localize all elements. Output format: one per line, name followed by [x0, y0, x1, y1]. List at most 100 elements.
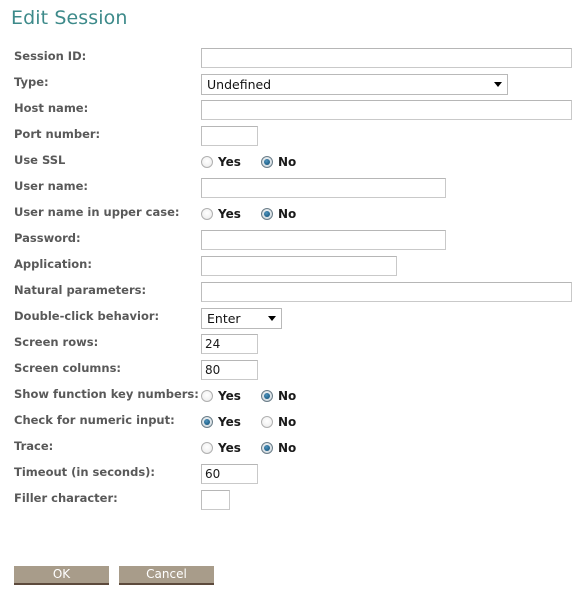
radio-icon-selected — [201, 416, 213, 428]
field-double-click-behavior: Enter — [201, 305, 282, 331]
field-session-id — [201, 45, 572, 71]
timeout-input[interactable] — [201, 464, 258, 484]
application-input[interactable] — [201, 256, 397, 276]
field-trace: Yes No — [201, 435, 296, 461]
label-type: Type: — [14, 75, 49, 89]
user-name-upper-case-radio-group: Yes No — [201, 201, 296, 227]
screen-columns-input[interactable] — [201, 360, 258, 380]
field-port-number — [201, 123, 258, 149]
radio-icon-unselected — [201, 390, 213, 402]
form-row-timeout: Timeout (in seconds): — [0, 461, 585, 487]
form-actions: OK Cancel — [14, 566, 214, 585]
use-ssl-no-label: No — [278, 155, 297, 169]
field-filler-character — [201, 487, 230, 513]
radio-icon-unselected — [261, 416, 273, 428]
filler-character-input[interactable] — [201, 490, 230, 510]
trace-radio-group: Yes No — [201, 435, 296, 461]
form-row-trace: Trace: Yes No — [0, 435, 585, 461]
show-function-key-numbers-radio-group: Yes No — [201, 383, 296, 409]
user-name-upper-case-radio-yes[interactable]: Yes — [201, 207, 247, 221]
radio-icon-selected — [261, 442, 273, 454]
show-function-key-numbers-radio-no[interactable]: No — [261, 389, 296, 403]
show-function-key-numbers-no-label: No — [278, 389, 297, 403]
check-for-numeric-input-yes-label: Yes — [218, 415, 241, 429]
label-natural-parameters: Natural parameters: — [14, 283, 147, 297]
field-user-name — [201, 175, 446, 201]
edit-session-form: Session ID: Type: Undefined Host name: P… — [0, 45, 585, 513]
form-row-host-name: Host name: — [0, 97, 585, 123]
label-use-ssl: Use SSL — [14, 153, 66, 167]
form-row-screen-rows: Screen rows: — [0, 331, 585, 357]
label-user-name-upper-case: User name in upper case: — [14, 205, 180, 219]
edit-session-page: Edit Session Session ID: Type: Undefined… — [0, 0, 585, 595]
user-name-input[interactable] — [201, 178, 446, 198]
form-row-filler-character: Filler character: — [0, 487, 585, 513]
trace-yes-label: Yes — [218, 441, 241, 455]
field-user-name-upper-case: Yes No — [201, 201, 296, 227]
session-id-input[interactable] — [201, 48, 572, 68]
field-type: Undefined — [201, 71, 508, 97]
label-screen-rows: Screen rows: — [14, 335, 99, 349]
use-ssl-yes-label: Yes — [218, 155, 241, 169]
port-number-input[interactable] — [201, 126, 258, 146]
form-row-double-click-behavior: Double-click behavior: Enter — [0, 305, 585, 331]
radio-icon-selected — [261, 156, 273, 168]
user-name-upper-case-radio-no[interactable]: No — [261, 207, 296, 221]
check-for-numeric-input-radio-yes[interactable]: Yes — [201, 415, 247, 429]
field-screen-rows — [201, 331, 258, 357]
label-show-function-key-numbers: Show function key numbers: — [14, 387, 199, 401]
label-session-id: Session ID: — [14, 49, 87, 63]
form-row-user-name-upper-case: User name in upper case: Yes No — [0, 201, 585, 227]
password-input[interactable] — [201, 230, 446, 250]
use-ssl-radio-no[interactable]: No — [261, 155, 296, 169]
screen-rows-input[interactable] — [201, 334, 258, 354]
field-timeout — [201, 461, 258, 487]
trace-no-label: No — [278, 441, 297, 455]
type-select-value: Undefined — [207, 76, 272, 92]
field-password — [201, 227, 446, 253]
form-row-use-ssl: Use SSL Yes No — [0, 149, 585, 175]
form-row-password: Password: — [0, 227, 585, 253]
show-function-key-numbers-radio-yes[interactable]: Yes — [201, 389, 247, 403]
form-row-show-function-key-numbers: Show function key numbers: Yes No — [0, 383, 585, 409]
label-application: Application: — [14, 257, 92, 271]
trace-radio-yes[interactable]: Yes — [201, 441, 247, 455]
user-name-upper-case-yes-label: Yes — [218, 207, 241, 221]
show-function-key-numbers-yes-label: Yes — [218, 389, 241, 403]
label-port-number: Port number: — [14, 127, 101, 141]
natural-parameters-input[interactable] — [201, 282, 572, 302]
host-name-input[interactable] — [201, 100, 572, 120]
use-ssl-radio-group: Yes No — [201, 149, 296, 175]
cancel-button[interactable]: Cancel — [119, 566, 214, 585]
label-password: Password: — [14, 231, 81, 245]
form-row-application: Application: — [0, 253, 585, 279]
user-name-upper-case-no-label: No — [278, 207, 297, 221]
form-row-check-for-numeric-input: Check for numeric input: Yes No — [0, 409, 585, 435]
label-user-name: User name: — [14, 179, 88, 193]
check-for-numeric-input-radio-group: Yes No — [201, 409, 296, 435]
trace-radio-no[interactable]: No — [261, 441, 296, 455]
check-for-numeric-input-radio-no[interactable]: No — [261, 415, 296, 429]
field-use-ssl: Yes No — [201, 149, 296, 175]
field-application — [201, 253, 397, 279]
field-screen-columns — [201, 357, 258, 383]
label-trace: Trace: — [14, 439, 54, 453]
label-host-name: Host name: — [14, 101, 89, 115]
form-row-port-number: Port number: — [0, 123, 585, 149]
chevron-down-icon — [268, 316, 276, 321]
ok-button[interactable]: OK — [14, 566, 109, 585]
chevron-down-icon — [494, 82, 502, 87]
use-ssl-radio-yes[interactable]: Yes — [201, 155, 247, 169]
check-for-numeric-input-no-label: No — [278, 415, 297, 429]
radio-icon-unselected — [201, 442, 213, 454]
form-row-type: Type: Undefined — [0, 71, 585, 97]
form-row-session-id: Session ID: — [0, 45, 585, 71]
form-row-screen-columns: Screen columns: — [0, 357, 585, 383]
label-timeout: Timeout (in seconds): — [14, 465, 156, 479]
type-select[interactable]: Undefined — [201, 73, 508, 95]
label-screen-columns: Screen columns: — [14, 361, 122, 375]
double-click-behavior-select[interactable]: Enter — [201, 307, 282, 329]
field-check-for-numeric-input: Yes No — [201, 409, 296, 435]
radio-icon-selected — [261, 208, 273, 220]
radio-icon-selected — [261, 390, 273, 402]
